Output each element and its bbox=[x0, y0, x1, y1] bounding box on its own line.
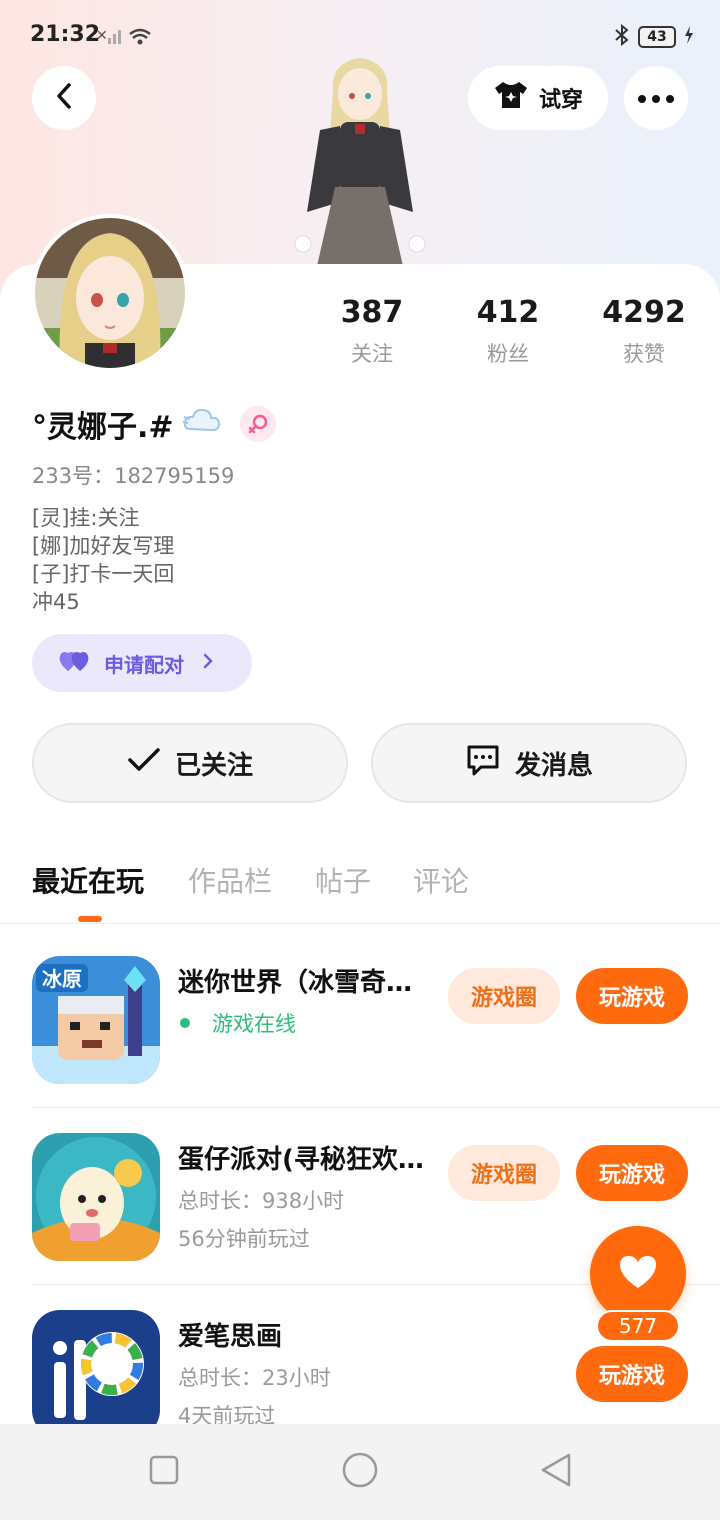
apply-pair-button[interactable]: 申请配对 bbox=[32, 634, 252, 692]
svg-text:冰原: 冰原 bbox=[42, 967, 82, 991]
heart-icon bbox=[618, 1254, 658, 1294]
bio-line: [子]打卡一天回 bbox=[32, 562, 175, 586]
stat-value: 412 bbox=[476, 295, 540, 330]
try-on-label: 试穿 bbox=[538, 88, 583, 113]
send-message-button[interactable]: 发消息 bbox=[371, 723, 687, 803]
circle-icon bbox=[341, 1451, 379, 1493]
online-label: 游戏在线 bbox=[212, 1012, 296, 1036]
stat-label: 粉丝 bbox=[487, 342, 529, 366]
svg-text:✕: ✕ bbox=[96, 28, 108, 44]
bio-line: [娜]加好友写理 bbox=[32, 534, 175, 558]
female-icon bbox=[239, 406, 276, 442]
nickname: °灵娜子.# bbox=[32, 410, 174, 445]
online-status: 游戏在线 bbox=[178, 1008, 296, 1038]
message-icon bbox=[465, 743, 501, 784]
tab-works[interactable]: 作品栏 bbox=[188, 860, 272, 900]
nickname-row: °灵娜子.# bbox=[32, 402, 276, 446]
more-icon bbox=[637, 89, 675, 108]
content-tabs: 最近在玩 作品栏 帖子 评论 bbox=[0, 852, 720, 924]
more-button[interactable] bbox=[624, 66, 688, 130]
user-id: 233号：182795159 bbox=[32, 464, 235, 488]
row-divider bbox=[32, 1107, 720, 1108]
send-message-label: 发消息 bbox=[514, 750, 593, 781]
stat-following[interactable]: 387 关注 bbox=[312, 294, 432, 368]
stat-label: 关注 bbox=[351, 342, 393, 366]
game-title: 蛋仔派对(寻秘狂欢… bbox=[178, 1145, 424, 1175]
home-button[interactable] bbox=[340, 1452, 380, 1492]
stat-label: 获赞 bbox=[623, 342, 665, 366]
game-icon-eggy-party bbox=[32, 1133, 160, 1261]
stat-value: 387 bbox=[340, 295, 404, 330]
stat-followers[interactable]: 412 粉丝 bbox=[448, 294, 568, 368]
play-duration: 总时长：938小时 bbox=[178, 1189, 345, 1213]
last-played: 56分钟前玩过 bbox=[178, 1227, 310, 1251]
shirt-icon bbox=[493, 80, 529, 116]
avatar-figure bbox=[285, 52, 435, 266]
square-icon bbox=[148, 1454, 180, 1490]
play-duration: 总时长：23小时 bbox=[178, 1366, 331, 1390]
status-time: 21:32 bbox=[30, 22, 101, 47]
followed-label: 已关注 bbox=[174, 750, 253, 781]
check-icon bbox=[127, 747, 161, 780]
game-circle-button[interactable]: 游戏圈 bbox=[448, 1145, 560, 1201]
try-on-button[interactable]: 试穿 bbox=[468, 66, 608, 130]
like-count: 577 bbox=[596, 1310, 680, 1342]
play-game-button[interactable]: 玩游戏 bbox=[576, 1145, 688, 1201]
bio-line: [灵]挂:关注 bbox=[32, 506, 140, 530]
status-right: 43 bbox=[614, 23, 694, 50]
stat-value: 4292 bbox=[602, 295, 686, 330]
recent-apps-button[interactable] bbox=[144, 1452, 184, 1492]
followed-button[interactable]: 已关注 bbox=[32, 723, 348, 803]
online-dot-icon bbox=[180, 1018, 190, 1028]
game-title: 爱笔思画 bbox=[178, 1322, 283, 1352]
game-circle-button[interactable]: 游戏圈 bbox=[448, 968, 560, 1024]
chevron-right-icon bbox=[202, 651, 214, 675]
tab-indicator bbox=[78, 916, 102, 922]
tab-comments[interactable]: 评论 bbox=[413, 860, 469, 900]
tab-posts[interactable]: 帖子 bbox=[315, 860, 371, 900]
triangle-back-icon bbox=[539, 1452, 573, 1492]
game-icon-ibis-paint bbox=[32, 1310, 160, 1438]
signal-icon: ✕ bbox=[96, 26, 152, 50]
hearts-icon bbox=[58, 649, 92, 678]
apply-pair-label: 申请配对 bbox=[104, 652, 184, 677]
bio-line: 冲45 bbox=[32, 590, 80, 614]
chevron-left-icon bbox=[54, 82, 74, 114]
battery-indicator: 43 bbox=[638, 26, 676, 48]
stat-likes[interactable]: 4292 获赞 bbox=[584, 294, 704, 368]
charging-icon bbox=[684, 26, 694, 48]
avatar[interactable] bbox=[31, 214, 189, 372]
back-button[interactable] bbox=[32, 66, 96, 130]
tab-recently-played[interactable]: 最近在玩 bbox=[32, 860, 144, 900]
game-icon-mini-world: 冰原 bbox=[32, 956, 160, 1084]
like-button[interactable] bbox=[590, 1226, 686, 1322]
play-game-button[interactable]: 玩游戏 bbox=[576, 968, 688, 1024]
play-game-button[interactable]: 玩游戏 bbox=[576, 1346, 688, 1402]
game-row[interactable]: 冰原 迷你世界（冰雪奇… 游戏在线 游戏圈 玩游戏 bbox=[32, 932, 720, 1108]
cloud-emoji-icon bbox=[182, 405, 222, 443]
bluetooth-icon bbox=[614, 23, 630, 50]
bio: [灵]挂:关注 [娜]加好友写理 [子]打卡一天回 冲45 bbox=[32, 504, 174, 616]
game-title: 迷你世界（冰雪奇… bbox=[178, 968, 413, 998]
back-nav-button[interactable] bbox=[536, 1452, 576, 1492]
system-nav-bar bbox=[0, 1424, 720, 1520]
